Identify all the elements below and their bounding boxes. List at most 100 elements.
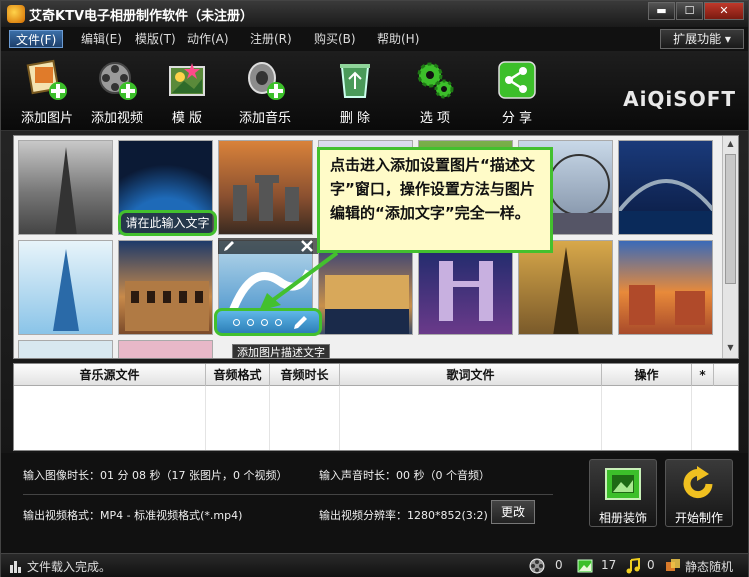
scroll-up-icon[interactable]: ▲ <box>725 138 736 150</box>
add-description-button[interactable] <box>214 308 322 336</box>
dot-icon <box>275 319 282 326</box>
menu-buy[interactable]: 购买(B) <box>308 30 362 48</box>
app-logo-icon <box>7 5 25 23</box>
change-output-button[interactable]: 更改 <box>491 500 535 524</box>
album-decorate-label: 相册装饰 <box>598 511 647 525</box>
pencil-icon <box>294 316 307 329</box>
extension-label: 扩展功能 <box>673 32 722 46</box>
film-reel-icon <box>99 62 137 100</box>
template-icon <box>169 63 205 96</box>
brand-logo: AiQiSOFT <box>623 87 736 111</box>
image-thumbnail[interactable] <box>118 340 213 358</box>
start-making-button[interactable]: 开始制作 <box>665 459 733 527</box>
add-video-label: 添加视频 <box>90 111 143 126</box>
eiffel-tower-image <box>55 147 77 234</box>
castle-image <box>325 275 409 334</box>
template-button[interactable]: 模 版 <box>151 59 223 127</box>
eiffel-tower-blue-image <box>53 249 79 331</box>
dot-icon <box>233 319 240 326</box>
transition-mode[interactable]: 静态随机 <box>685 558 733 575</box>
title-bar: 艾奇KTV电子相册制作软件（未注册） ▬ ☐ ✕ <box>1 1 748 27</box>
image-thumbnail[interactable] <box>318 240 413 335</box>
image-thumbnail[interactable] <box>18 340 113 358</box>
delete-button[interactable]: 删 除 <box>319 59 391 127</box>
add-image-icon <box>26 59 67 100</box>
video-resolution-text: 输出视频分辨率：1280*852(3:2) <box>319 509 488 522</box>
menu-help[interactable]: 帮助(H) <box>371 30 425 48</box>
status-message: 文件载入完成。 <box>27 560 112 574</box>
gallery-scrollbar[interactable]: ▲ ▼ <box>722 136 738 358</box>
tower-bridge-image <box>439 261 493 321</box>
column-divider <box>269 386 270 450</box>
image-thumbnail[interactable] <box>618 240 713 335</box>
maximize-button[interactable]: ☐ <box>676 2 703 20</box>
status-chart-icon <box>10 561 21 573</box>
column-divider <box>691 386 692 450</box>
add-music-label: 添加音乐 <box>238 111 291 126</box>
scroll-down-icon[interactable]: ▼ <box>725 342 736 354</box>
add-music-button[interactable]: 添加音乐 <box>229 59 301 127</box>
image-thumbnail[interactable] <box>518 240 613 335</box>
app-window: 艾奇KTV电子相册制作软件（未注册） ▬ ☐ ✕ 文件(F) 编辑(E) 模版(… <box>0 0 749 577</box>
minimize-button[interactable]: ▬ <box>648 2 675 20</box>
description-tooltip: 添加图片描述文字 <box>232 344 330 358</box>
image-count: 17 <box>601 558 617 572</box>
remove-image-icon[interactable] <box>300 239 314 253</box>
column-divider <box>339 386 340 450</box>
delete-label: 删 除 <box>339 111 371 126</box>
image-thumbnail[interactable] <box>618 140 713 235</box>
share-icon <box>498 61 536 99</box>
image-thumbnail[interactable] <box>118 240 213 335</box>
add-video-button[interactable]: 添加视频 <box>81 59 153 127</box>
menu-edit[interactable]: 编辑(E) <box>75 30 128 48</box>
album-decorate-button[interactable]: 相册装饰 <box>589 459 657 527</box>
dot-icon <box>261 319 268 326</box>
close-button[interactable]: ✕ <box>704 2 744 20</box>
music-note-icon <box>626 558 640 574</box>
colosseum-image <box>125 281 209 331</box>
column-audio-duration[interactable]: 音频时长 <box>270 364 340 386</box>
extension-button[interactable]: 扩展功能 ▾ <box>660 29 744 49</box>
image-thumbnail[interactable] <box>218 140 313 235</box>
image-thumbnail[interactable] <box>18 240 113 335</box>
main-toolbar: 添加图片 添加视频 模 版 添加音乐 删 除 选 项 分 享 AiQiSOFT <box>1 51 748 131</box>
column-divider <box>205 386 206 450</box>
menu-template[interactable]: 模版(T) <box>129 30 182 48</box>
harbour-bridge-image <box>619 179 712 234</box>
options-label: 选 项 <box>419 111 451 126</box>
column-lyrics-file[interactable]: 歌词文件 <box>340 364 602 386</box>
share-button[interactable]: 分 享 <box>481 59 553 127</box>
menu-file[interactable]: 文件(F) <box>9 30 64 48</box>
video-count-icon <box>529 558 545 574</box>
add-image-button[interactable]: 添加图片 <box>11 59 83 127</box>
column-operation[interactable]: 操作 <box>602 364 692 386</box>
recycle-bin-icon <box>340 64 370 98</box>
image-thumbnail[interactable] <box>18 140 113 235</box>
canyon-image <box>629 285 705 325</box>
add-image-label: 添加图片 <box>20 111 73 126</box>
start-making-label: 开始制作 <box>674 511 723 525</box>
share-label: 分 享 <box>501 111 533 126</box>
image-duration-text: 输入图像时长：01 分 08 秒（17 张图片，0 个视频） <box>23 469 288 482</box>
gear-icon <box>417 62 454 99</box>
scroll-thumb[interactable] <box>725 154 736 284</box>
window-title: 艾奇KTV电子相册制作软件（未注册） <box>29 9 254 24</box>
music-table-header: 音乐源文件 音频格式 音频时长 歌词文件 操作 * <box>14 364 738 386</box>
project-info-panel: 输入图像时长：01 分 08 秒（17 张图片，0 个视频） 输入声音时长：00… <box>1 453 748 553</box>
thumbnail-toolbar <box>218 238 318 254</box>
column-audio-format[interactable]: 音频格式 <box>206 364 270 386</box>
options-button[interactable]: 选 项 <box>399 59 471 127</box>
eiffel-tower-gold-image <box>553 247 579 334</box>
audio-duration-text: 输入声音时长：00 秒（0 个音频） <box>319 469 490 482</box>
audio-count: 0 <box>647 558 655 572</box>
image-text-input[interactable]: 请在此输入文字 <box>118 210 217 236</box>
column-star[interactable]: * <box>692 364 714 386</box>
menu-action[interactable]: 动作(A) <box>181 30 235 48</box>
edit-pencil-icon[interactable] <box>222 239 236 253</box>
column-music-source[interactable]: 音乐源文件 <box>14 364 206 386</box>
template-label: 模 版 <box>171 111 203 126</box>
video-count: 0 <box>555 558 563 572</box>
menu-bar: 文件(F) 编辑(E) 模版(T) 动作(A) 注册(R) 购买(B) 帮助(H… <box>1 27 748 51</box>
image-thumbnail[interactable] <box>418 240 513 335</box>
menu-register[interactable]: 注册(R) <box>244 30 298 48</box>
